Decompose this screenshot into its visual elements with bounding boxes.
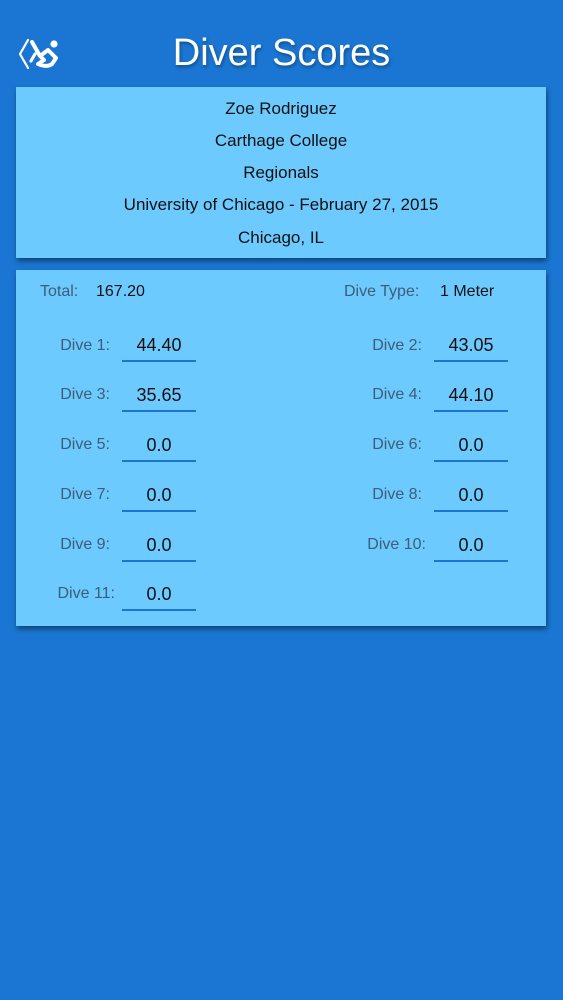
dive-4-label: Dive 4: — [372, 386, 422, 403]
navbar: Diver Scores — [0, 0, 563, 86]
scores-card: Total: 167.20 Dive Type: 1 Meter Dive 1:… — [16, 270, 546, 626]
dive-8-score-field[interactable]: 0.0 — [434, 480, 508, 512]
dive-7-label: Dive 7: — [60, 486, 110, 503]
dive-11-score-field[interactable]: 0.0 — [122, 579, 196, 611]
dive-4-score-field[interactable]: 44.10 — [434, 380, 508, 412]
dive-5-score-field[interactable]: 0.0 — [122, 430, 196, 462]
diver-school: Carthage College — [214, 131, 348, 150]
meet-venue-date: University of Chicago - February 27, 201… — [123, 195, 439, 214]
diver-name: Zoe Rodriguez — [225, 99, 337, 118]
dive-1-score-field[interactable]: 44.40 — [122, 330, 196, 362]
dive-5-label: Dive 5: — [60, 436, 110, 453]
dive-type-value: 1 Meter — [440, 283, 495, 300]
dive-9-score-field[interactable]: 0.0 — [122, 530, 196, 562]
dive-1-label: Dive 1: — [60, 337, 110, 354]
dive-10-score-field[interactable]: 0.0 — [434, 530, 508, 562]
dive-6-score-field[interactable]: 0.0 — [434, 430, 508, 462]
meet-location: Chicago, IL — [238, 228, 324, 247]
dive-9-label: Dive 9: — [60, 536, 110, 553]
dive-10-label: Dive 10: — [367, 536, 426, 553]
total-label: Total: — [40, 283, 79, 300]
total-value: 167.20 — [96, 283, 145, 300]
dive-6-label: Dive 6: — [372, 436, 422, 453]
page-title: Diver Scores — [172, 32, 391, 74]
dive-3-score-field[interactable]: 35.65 — [122, 380, 196, 412]
dive-2-label: Dive 2: — [372, 337, 422, 354]
diver-info-card: Zoe Rodriguez Carthage College Regionals… — [16, 87, 546, 258]
dive-2-score-field[interactable]: 43.05 — [434, 330, 508, 362]
dive-7-score-field[interactable]: 0.0 — [122, 480, 196, 512]
dive-8-label: Dive 8: — [372, 486, 422, 503]
dive-3-label: Dive 3: — [60, 386, 110, 403]
meet-name: Regionals — [243, 163, 319, 182]
dive-11-label: Dive 11: — [57, 585, 115, 602]
dive-type-label: Dive Type: — [344, 283, 420, 300]
